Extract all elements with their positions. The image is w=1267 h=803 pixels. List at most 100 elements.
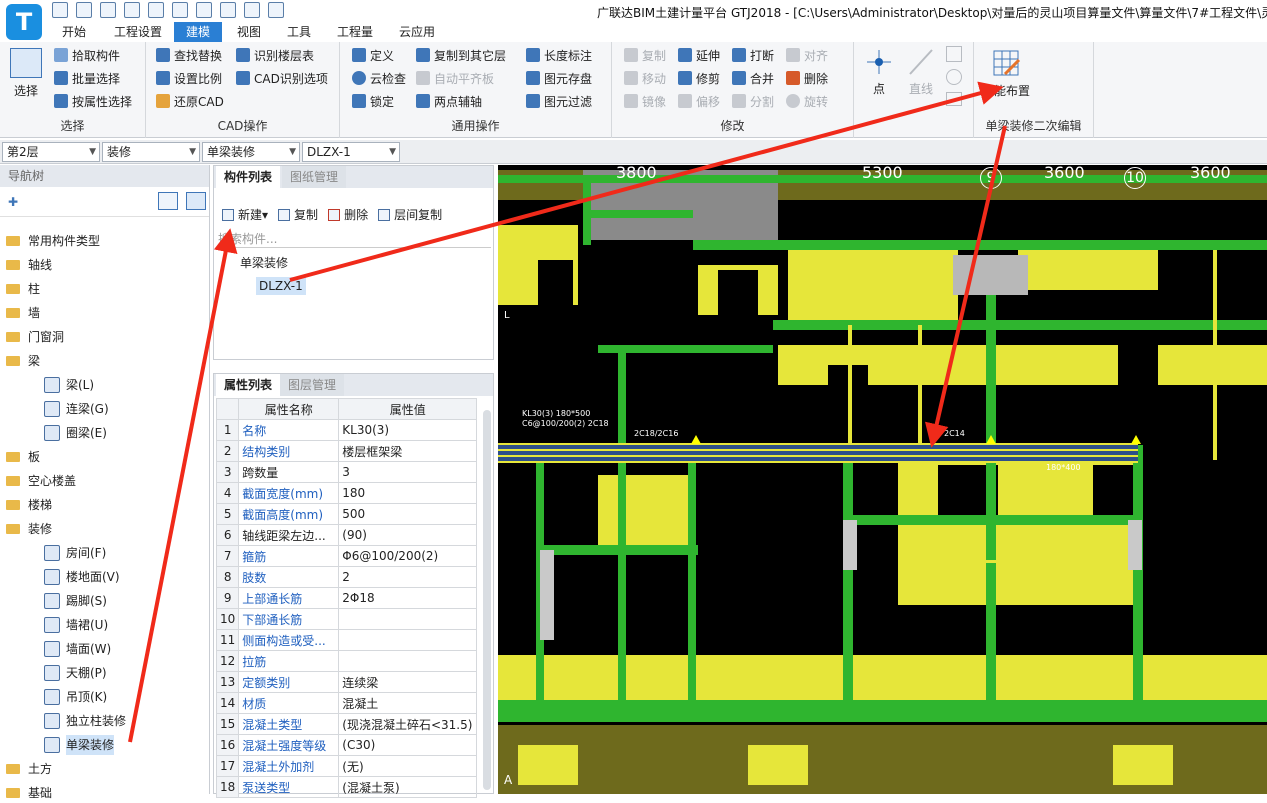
sum-icon[interactable] xyxy=(172,2,188,18)
break-button[interactable]: 打断 xyxy=(732,46,774,64)
nav-item[interactable]: 独立柱装修 xyxy=(44,711,126,731)
draw-line-button[interactable]: 直线 xyxy=(906,48,936,97)
add-icon[interactable]: ✚ xyxy=(8,195,18,209)
component-tree-root[interactable]: 单梁装修 xyxy=(240,254,288,271)
property-value[interactable]: 2Φ18 xyxy=(338,587,478,609)
property-row[interactable]: 3 跨数量 3 xyxy=(215,461,478,483)
nav-folder[interactable]: 板 xyxy=(6,447,40,467)
nav-folder[interactable]: 装修 xyxy=(6,519,52,539)
set-scale-button[interactable]: 设置比例 xyxy=(156,69,222,87)
merge-button[interactable]: 合并 xyxy=(732,69,774,87)
draw-point-button[interactable]: 点 xyxy=(864,48,894,97)
find-replace-button[interactable]: 查找替换 xyxy=(156,46,222,64)
property-row[interactable]: 11 侧面构造或受... xyxy=(215,629,478,651)
property-row[interactable]: 10 下部通长筋 xyxy=(215,608,478,630)
property-row[interactable]: 14 材质 混凝土 xyxy=(215,692,478,714)
tab-cloud[interactable]: 云应用 xyxy=(399,22,435,42)
group-label-cad[interactable]: CAD操作 xyxy=(146,117,339,134)
open-file-icon[interactable] xyxy=(76,2,92,18)
copy-to-other-floor-button[interactable]: 复制到其它层 xyxy=(416,46,506,64)
identify-floor-table-button[interactable]: 识别楼层表 xyxy=(236,46,314,64)
property-row[interactable]: 2 结构类别 楼层框架梁 xyxy=(215,440,478,462)
property-scrollbar[interactable] xyxy=(483,410,491,790)
property-row[interactable]: 15 混凝土类型 (现浇混凝土碎石<31.5) xyxy=(215,713,478,735)
nav-item[interactable]: 房间(F) xyxy=(44,543,106,563)
property-row[interactable]: 8 肢数 2 xyxy=(215,566,478,588)
property-row[interactable]: 9 上部通长筋 2Φ18 xyxy=(215,587,478,609)
move-button[interactable]: 移动 xyxy=(624,69,666,87)
tab-quantities[interactable]: 工程量 xyxy=(337,22,373,42)
element-filter-button[interactable]: 图元过滤 xyxy=(526,92,592,110)
property-value[interactable]: 2 xyxy=(338,566,478,588)
trim-button[interactable]: 修剪 xyxy=(678,69,720,87)
property-value[interactable]: (90) xyxy=(338,524,478,546)
property-row[interactable]: 6 轴线距梁左边... (90) xyxy=(215,524,478,546)
property-value[interactable]: 500 xyxy=(338,503,478,525)
batch-select-button[interactable]: 批量选择 xyxy=(54,69,120,87)
property-row[interactable]: 12 拉筋 xyxy=(215,650,478,672)
nav-folder[interactable]: 土方 xyxy=(6,759,52,779)
group-label-general[interactable]: 通用操作 xyxy=(340,117,611,134)
nav-item[interactable]: 梁(L) xyxy=(44,375,94,395)
split-button[interactable]: 分割 xyxy=(732,92,774,110)
delete-component-button[interactable]: 删除 xyxy=(328,206,368,223)
tab-component-list[interactable]: 构件列表 xyxy=(216,166,281,188)
copy-button[interactable]: 复制 xyxy=(624,46,666,64)
app-logo[interactable]: T xyxy=(6,4,42,40)
new-component-button[interactable]: 新建 ▾ xyxy=(222,206,268,223)
property-value[interactable]: (C30) xyxy=(338,734,478,756)
property-row[interactable]: 7 箍筋 Φ6@100/200(2) xyxy=(215,545,478,567)
group-label-select[interactable]: 选择 xyxy=(0,117,145,134)
group-label-smart[interactable]: 单梁装修二次编辑 xyxy=(974,117,1093,134)
property-value[interactable] xyxy=(338,650,478,672)
auto-align-slab-button[interactable]: 自动平齐板 xyxy=(416,69,494,87)
property-row[interactable]: 5 截面高度(mm) 500 xyxy=(215,503,478,525)
nav-item[interactable]: 单梁装修 xyxy=(44,735,115,755)
nav-folder[interactable]: 门窗洞 xyxy=(6,327,64,347)
component-select[interactable]: DLZX-1 ▼ xyxy=(302,142,400,162)
tab-project-settings[interactable]: 工程设置 xyxy=(114,22,162,42)
select-by-property-button[interactable]: 按属性选择 xyxy=(54,92,132,110)
property-value[interactable] xyxy=(338,608,478,630)
component-search-input[interactable]: 搜索构件... xyxy=(218,230,491,248)
view-icon[interactable] xyxy=(220,2,236,18)
property-value[interactable]: KL30(3) xyxy=(338,419,478,441)
length-dimension-button[interactable]: 长度标注 xyxy=(526,46,592,64)
copy-component-button[interactable]: 复制 xyxy=(278,206,318,223)
tab-property-list[interactable]: 属性列表 xyxy=(216,374,281,396)
property-value[interactable]: (混凝土泵) xyxy=(338,776,478,798)
pick-component-button[interactable]: 拾取构件 xyxy=(54,46,120,64)
circle-icon[interactable] xyxy=(946,69,962,85)
nav-item[interactable]: 连梁(G) xyxy=(44,399,109,419)
save-elements-button[interactable]: 图元存盘 xyxy=(526,69,592,87)
nav-folder[interactable]: 墙 xyxy=(6,303,40,323)
delete-button[interactable]: 删除 xyxy=(786,69,828,87)
property-value[interactable]: 180 xyxy=(338,482,478,504)
rotate-button[interactable]: 旋转 xyxy=(786,92,828,110)
property-row[interactable]: 16 混凝土强度等级 (C30) xyxy=(215,734,478,756)
report-icon[interactable] xyxy=(196,2,212,18)
property-row[interactable]: 17 混凝土外加剂 (无) xyxy=(215,755,478,777)
arc-icon[interactable] xyxy=(946,46,962,62)
tab-start[interactable]: 开始 xyxy=(62,22,86,42)
nav-folder[interactable]: 梁 xyxy=(6,351,40,371)
cloud-check-button[interactable]: 云检查 xyxy=(352,69,406,87)
nav-item[interactable]: 踢脚(S) xyxy=(44,591,107,611)
define-button[interactable]: 定义 xyxy=(352,46,394,64)
property-row[interactable]: 13 定额类别 连续梁 xyxy=(215,671,478,693)
property-row[interactable]: 4 截面宽度(mm) 180 xyxy=(215,482,478,504)
redo-icon[interactable] xyxy=(148,2,164,18)
nav-folder[interactable]: 楼梯 xyxy=(6,495,52,515)
property-value[interactable]: 连续梁 xyxy=(338,671,478,693)
extend-button[interactable]: 延伸 xyxy=(678,46,720,64)
rectangle-icon[interactable] xyxy=(946,92,962,106)
lock-button[interactable]: 锁定 xyxy=(352,92,394,110)
component-tree-item[interactable]: DLZX-1 xyxy=(256,277,306,295)
restore-cad-button[interactable]: 还原CAD xyxy=(156,92,224,110)
tab-layer-management[interactable]: 图层管理 xyxy=(280,374,345,396)
nav-item[interactable]: 墙面(W) xyxy=(44,639,111,659)
drawing-canvas[interactable]: KL30(3) 180*500 C6@100/200(2) 2C18 2C18/… xyxy=(498,165,1267,794)
property-value[interactable]: 楼层框架梁 xyxy=(338,440,478,462)
property-row[interactable]: 18 泵送类型 (混凝土泵) xyxy=(215,776,478,798)
new-file-icon[interactable] xyxy=(52,2,68,18)
